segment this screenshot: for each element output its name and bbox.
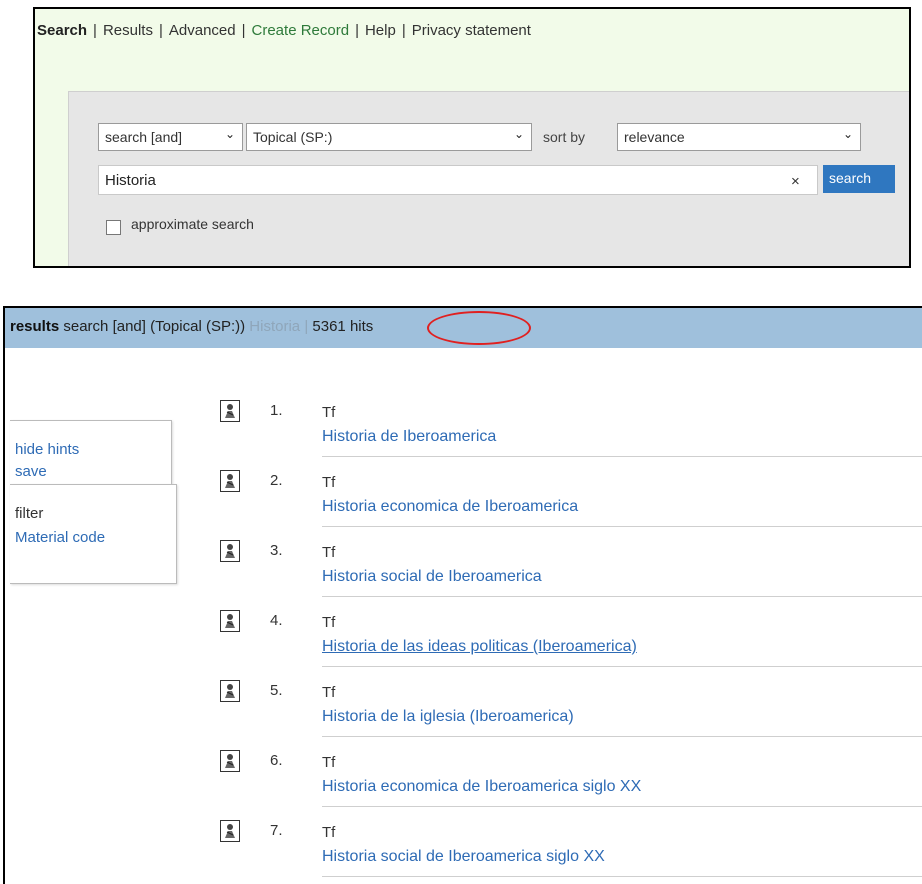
result-row: 2. Tf Historia economica de Iberoamerica: [5, 470, 922, 540]
record-icon[interactable]: [220, 610, 240, 632]
sort-select[interactable]: relevance ⌄: [617, 123, 861, 151]
search-panel: Search | Results | Advanced | Create Record | He…: [33, 7, 911, 268]
result-number: 7.: [270, 822, 283, 839]
row-divider: [322, 666, 922, 667]
chevron-down-icon: ⌄: [224, 127, 235, 141]
result-row: 3. Tf Historia social de Iberoamerica: [5, 540, 922, 610]
result-row: 5. Tf Historia de la iglesia (Iberoameri…: [5, 680, 922, 750]
result-row: 7. Tf Historia social de Iberoamerica si…: [5, 820, 922, 884]
field-select[interactable]: Topical (SP:) ⌄: [246, 123, 532, 151]
record-icon[interactable]: [220, 680, 240, 702]
nav-separator: |: [401, 22, 406, 39]
result-number: 2.: [270, 472, 283, 489]
results-query-description: search [and] (Topical (SP:)): [63, 318, 246, 335]
record-icon[interactable]: [220, 400, 240, 422]
result-row: 6. Tf Historia economica de Iberoamerica…: [5, 750, 922, 820]
row-divider: [322, 596, 922, 597]
row-divider: [322, 456, 922, 457]
nav-separator: |: [93, 22, 97, 39]
result-title-link[interactable]: Historia economica de Iberoamerica siglo…: [322, 778, 641, 796]
record-icon[interactable]: [220, 750, 240, 772]
record-icon[interactable]: [220, 820, 240, 842]
result-title-link[interactable]: Historia de la iglesia (Iberoamerica): [322, 708, 574, 726]
nav-separator: |: [241, 22, 246, 39]
operator-select[interactable]: search [and] ⌄: [98, 123, 243, 151]
result-number: 1.: [270, 402, 283, 419]
row-divider: [322, 526, 922, 527]
result-type: Tf: [322, 474, 336, 491]
sort-label: sort by: [543, 129, 586, 145]
results-header: results search [and] (Topical (SP:)) His…: [5, 308, 922, 348]
nav-separator: |: [158, 22, 163, 39]
results-panel: results search [and] (Topical (SP:)) His…: [3, 306, 922, 884]
nav-separator: |: [355, 22, 359, 39]
nav-privacy-statement[interactable]: Privacy statement: [412, 22, 531, 39]
field-select-value: Topical (SP:): [253, 129, 333, 145]
record-icon[interactable]: [220, 470, 240, 492]
record-icon[interactable]: [220, 540, 240, 562]
result-number: 3.: [270, 542, 283, 559]
result-number: 4.: [270, 612, 283, 629]
result-title-link[interactable]: Historia social de Iberoamerica: [322, 568, 542, 586]
result-title-link[interactable]: Historia social de Iberoamerica siglo XX: [322, 848, 605, 866]
result-row: 1. Tf Historia de Iberoamerica: [5, 400, 922, 470]
result-row: 4. Tf Historia de las ideas politicas (I…: [5, 610, 922, 680]
chevron-down-icon: ⌄: [513, 127, 524, 141]
nav-results[interactable]: Results: [103, 22, 153, 39]
search-input[interactable]: Historia: [98, 165, 818, 195]
results-term: Historia: [249, 318, 301, 335]
result-type: Tf: [322, 824, 336, 841]
operator-select-value: search [and]: [105, 129, 183, 145]
search-button[interactable]: search: [823, 165, 895, 193]
search-form: search [and] ⌄ Topical (SP:) ⌄ sort by r…: [68, 91, 909, 266]
results-separator: |: [304, 318, 309, 335]
row-divider: [322, 736, 922, 737]
sort-select-value: relevance: [624, 129, 685, 145]
top-nav: Search | Results | Advanced | Create Record | He…: [37, 22, 531, 39]
result-type: Tf: [322, 544, 336, 561]
approximate-search-label: approximate search: [131, 216, 254, 232]
row-divider: [322, 806, 922, 807]
nav-help[interactable]: Help: [365, 22, 396, 39]
approximate-search-checkbox[interactable]: [106, 220, 121, 235]
nav-search[interactable]: Search: [37, 22, 87, 39]
result-title-link[interactable]: Historia de Iberoamerica: [322, 428, 496, 446]
row-divider: [322, 876, 922, 877]
hits-count: 5361 hits: [312, 318, 374, 335]
result-type: Tf: [322, 404, 336, 421]
result-title-link[interactable]: Historia economica de Iberoamerica: [322, 498, 578, 516]
result-type: Tf: [322, 684, 336, 701]
chevron-down-icon: ⌄: [842, 127, 853, 141]
result-number: 6.: [270, 752, 283, 769]
result-number: 5.: [270, 682, 283, 699]
result-type: Tf: [322, 754, 336, 771]
nav-advanced[interactable]: Advanced: [169, 22, 236, 39]
nav-create-record[interactable]: Create Record: [252, 22, 350, 39]
clear-icon[interactable]: ×: [791, 173, 800, 190]
results-label: results: [10, 318, 60, 335]
result-title-link[interactable]: Historia de las ideas politicas (Iberoam…: [322, 638, 637, 656]
result-type: Tf: [322, 614, 336, 631]
